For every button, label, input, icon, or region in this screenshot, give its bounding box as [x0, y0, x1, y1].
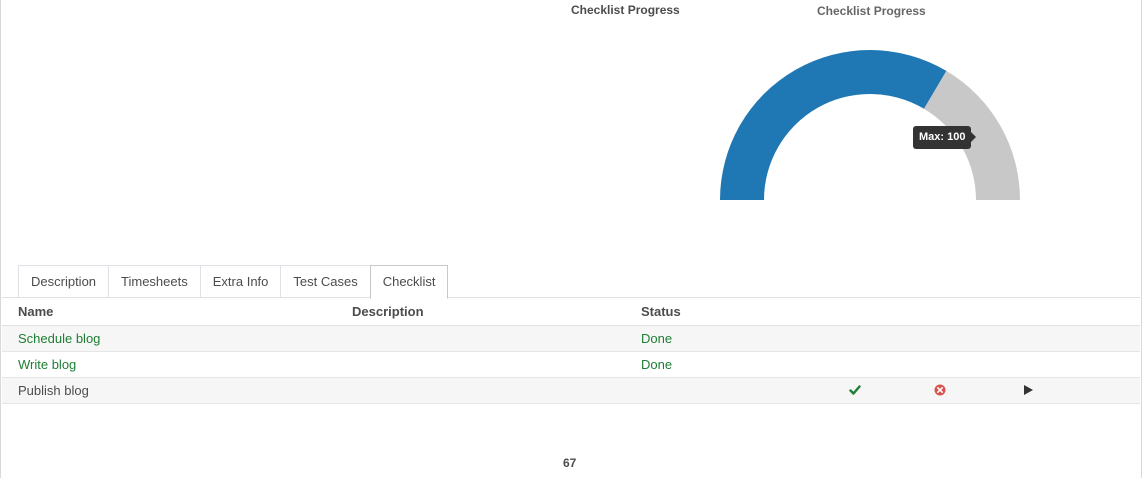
- column-header-action-1: [821, 298, 907, 326]
- row-status-cell: [641, 377, 821, 404]
- tab-test-cases[interactable]: Test Cases: [280, 265, 370, 298]
- gauge-chart: [720, 50, 1020, 200]
- row-name-cell[interactable]: Schedule blog: [2, 325, 352, 352]
- table-row[interactable]: Publish blog: [2, 377, 1140, 404]
- row-action-cell: [991, 351, 1140, 378]
- column-header-description[interactable]: Description: [352, 298, 641, 326]
- status-text: Done: [641, 357, 673, 372]
- play-icon[interactable]: [1022, 384, 1034, 399]
- row-action-cell: [821, 351, 907, 378]
- table-row[interactable]: Write blog Done: [2, 351, 1140, 378]
- table-row[interactable]: Schedule blog Done: [2, 325, 1140, 352]
- item-name[interactable]: Write blog: [18, 357, 76, 372]
- row-action-cell: [821, 325, 907, 352]
- tooltip-text: Max: 100: [919, 131, 966, 143]
- tab-timesheets[interactable]: Timesheets: [108, 265, 200, 298]
- gauge-value-arc: [720, 50, 947, 200]
- row-name-cell[interactable]: Write blog: [2, 351, 352, 378]
- gauge-title: Checklist Progress: [817, 4, 926, 18]
- row-description-cell: [352, 377, 641, 404]
- column-header-name[interactable]: Name: [2, 298, 352, 326]
- row-status-cell: Done: [641, 325, 821, 352]
- tab-checklist[interactable]: Checklist: [369, 265, 449, 299]
- tab-extra-info[interactable]: Extra Info: [199, 265, 281, 298]
- field-label: Checklist Progress: [571, 3, 680, 17]
- item-name[interactable]: Publish blog: [18, 383, 89, 398]
- row-description-cell: [352, 325, 641, 352]
- table-header-row: Name Description Status: [2, 298, 1140, 326]
- row-action-cell: [907, 377, 991, 404]
- column-header-action-3: [991, 298, 1140, 326]
- row-status-cell: Done: [641, 351, 821, 378]
- row-action-cell: [821, 377, 907, 404]
- row-description-cell: [352, 351, 641, 378]
- status-text: Done: [641, 331, 673, 346]
- row-action-cell: [991, 325, 1140, 352]
- tooltip-arrow: [971, 132, 977, 142]
- column-header-action-2: [907, 298, 991, 326]
- row-action-cell: [907, 325, 991, 352]
- row-action-cell: [907, 351, 991, 378]
- gauge-tooltip: Max: 100: [913, 126, 977, 149]
- check-icon[interactable]: [849, 384, 861, 399]
- row-name-cell[interactable]: Publish blog: [2, 377, 352, 404]
- checklist-table: Name Description Status Schedule blog Do…: [2, 298, 1140, 404]
- item-name[interactable]: Schedule blog: [18, 331, 100, 346]
- column-header-status[interactable]: Status: [641, 298, 821, 326]
- notebook-tabs: Description Timesheets Extra Info Test C…: [18, 265, 449, 299]
- row-action-cell: [991, 377, 1140, 404]
- tab-description[interactable]: Description: [18, 265, 109, 298]
- cancel-icon[interactable]: [934, 384, 946, 399]
- progress-value: 67: [563, 456, 577, 470]
